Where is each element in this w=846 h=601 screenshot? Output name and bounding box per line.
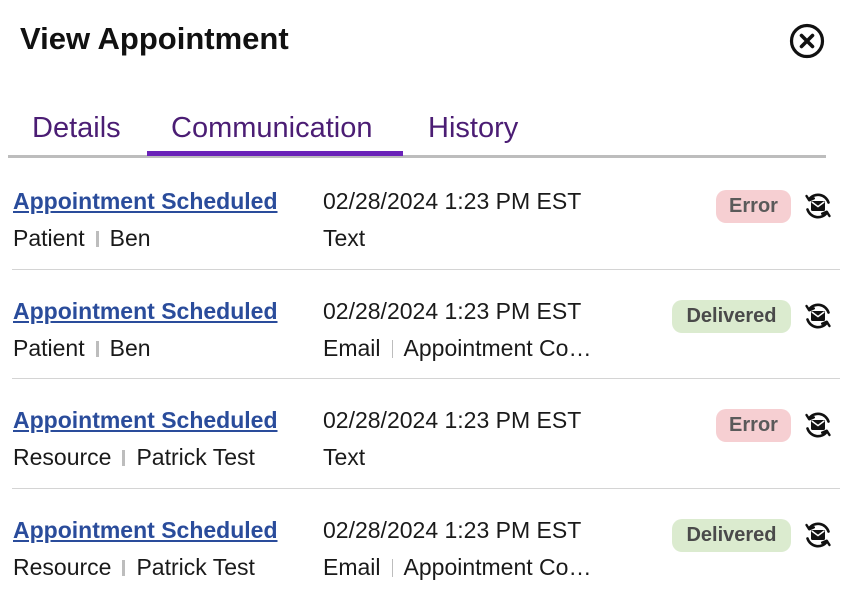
message-title-link[interactable]: Appointment Scheduled — [13, 516, 278, 544]
tab-details[interactable]: Details — [32, 110, 121, 146]
sent-datetime: 02/28/2024 1:23 PM EST — [323, 407, 582, 433]
list-item: Appointment Scheduled Patient Ben 02/28/2… — [12, 160, 840, 270]
recipient-info: Patient Ben — [13, 224, 151, 252]
channel-type: Text — [323, 444, 366, 470]
status-badge: Delivered — [672, 299, 791, 333]
channel-type: Email — [323, 334, 381, 361]
recipient-name: Ben — [109, 334, 151, 361]
recipient-type: Patient — [13, 334, 85, 361]
tab-bar: Details Communication History — [8, 100, 826, 158]
recipient-name: Ben — [109, 225, 151, 251]
divider — [391, 558, 393, 577]
sent-datetime: 02/28/2024 1:23 PM EST — [323, 516, 582, 543]
divider — [122, 450, 126, 466]
list-item: Appointment Scheduled Resource Patrick Te… — [12, 489, 840, 599]
tab-history[interactable]: History — [428, 110, 518, 146]
sent-datetime: 02/28/2024 1:23 PM EST — [323, 297, 582, 324]
status-badge: Error — [716, 190, 791, 223]
resend-envelope-icon[interactable] — [803, 191, 833, 221]
tab-communication[interactable]: Communication — [171, 110, 372, 146]
recipient-type: Patient — [13, 225, 85, 251]
channel-info: Email Appointment Co… — [323, 553, 591, 581]
message-title-link[interactable]: Appointment Scheduled — [13, 406, 278, 434]
channel-info: Text — [323, 224, 365, 252]
recipient-type: Resource — [13, 553, 112, 580]
recipient-info: Patient Ben — [13, 334, 151, 362]
list-item: Appointment Scheduled Resource Patrick Te… — [12, 379, 840, 489]
recipient-info: Resource Patrick Test — [13, 443, 255, 471]
recipient-name: Patrick Test — [136, 553, 255, 580]
divider — [391, 339, 393, 358]
resend-envelope-icon[interactable] — [803, 410, 833, 440]
recipient-type: Resource — [13, 444, 112, 470]
communication-list: Appointment Scheduled Patient Ben 02/28/2… — [0, 160, 846, 598]
template-name: Appointment Co… — [403, 334, 592, 361]
status-badge: Delivered — [672, 518, 791, 552]
close-icon[interactable] — [789, 23, 825, 59]
template-name: Appointment Co… — [403, 553, 592, 580]
message-title-link[interactable]: Appointment Scheduled — [13, 187, 278, 215]
message-title-link[interactable]: Appointment Scheduled — [13, 297, 278, 325]
channel-info: Email Appointment Co… — [323, 334, 591, 362]
divider — [95, 340, 99, 357]
channel-type: Text — [323, 225, 366, 251]
sent-datetime: 02/28/2024 1:23 PM EST — [323, 188, 582, 214]
resend-envelope-icon[interactable] — [803, 520, 833, 550]
resend-envelope-icon[interactable] — [803, 301, 833, 331]
page-title: View Appointment — [20, 21, 289, 56]
panel-header: View Appointment — [0, 0, 846, 90]
recipient-info: Resource Patrick Test — [13, 553, 255, 581]
status-badge: Error — [716, 409, 791, 442]
channel-type: Email — [323, 553, 381, 580]
list-item: Appointment Scheduled Patient Ben 02/28/2… — [12, 270, 840, 379]
channel-info: Text — [323, 443, 365, 471]
divider — [95, 231, 99, 247]
divider — [122, 559, 126, 576]
active-tab-indicator — [147, 151, 403, 156]
recipient-name: Patrick Test — [136, 444, 255, 470]
